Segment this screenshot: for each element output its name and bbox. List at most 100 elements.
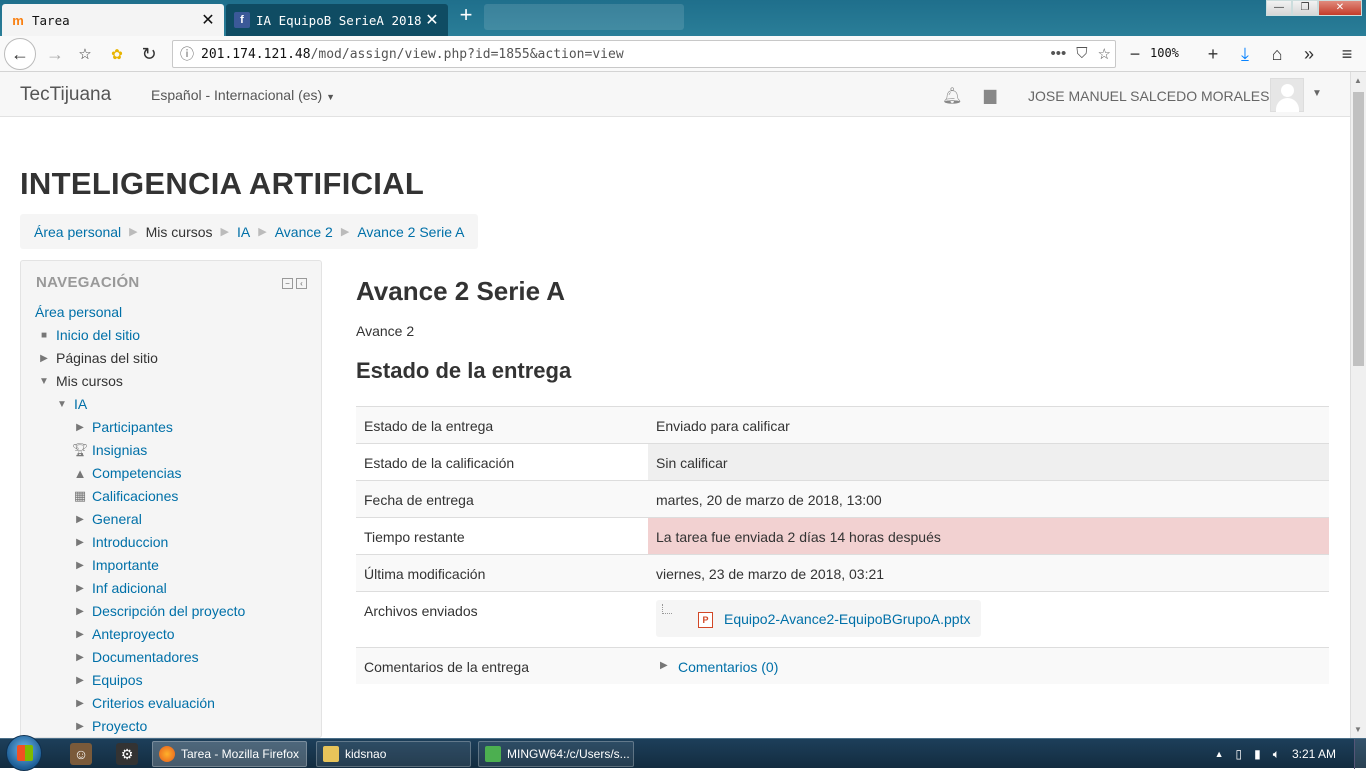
tab-title: Tarea (32, 12, 70, 28)
back-button[interactable]: ← (4, 38, 36, 70)
page-scrollbar[interactable]: ▲ ▼ (1350, 72, 1366, 738)
nav-item-label: Área personal (35, 304, 123, 320)
scrollbar-thumb[interactable] (1353, 92, 1364, 366)
dock-block-icon[interactable]: ‹ (296, 278, 307, 289)
volume-icon[interactable]: 🔈︎ (1273, 747, 1280, 762)
submission-status-heading: Estado de la entrega (356, 358, 572, 383)
scroll-up-icon[interactable]: ▲ (1354, 76, 1362, 85)
breadcrumb-item[interactable]: Avance 2 (275, 224, 333, 240)
url-bar[interactable]: ⓘ 201.174.121.48/mod/assign/view.php?id=… (172, 40, 1116, 68)
device-icon[interactable]: ▯ (1236, 747, 1243, 761)
row-value: Enviado para calificar (656, 418, 790, 434)
tray-expand-icon[interactable]: ▲ (1215, 749, 1224, 759)
submitted-file-link[interactable]: Equipo2-Avance2-EquipoBGrupoA.pptx (724, 611, 970, 627)
navigation-title: NAVEGACIÓN (36, 274, 140, 291)
pinned-app-icon[interactable]: ☺ (70, 743, 92, 765)
nav-item-importante[interactable]: ▶ Importante (71, 557, 159, 573)
nav-item-mis-cursos[interactable]: ▼ Mis cursos (35, 373, 123, 389)
close-tab-icon[interactable]: ✕ (424, 10, 440, 30)
taskbar-task[interactable]: kidsnao (316, 741, 471, 767)
taskbar-task[interactable]: MINGW64:/c/Users/s... (478, 741, 634, 767)
forward-button[interactable]: → (42, 41, 68, 67)
nav-item-ia[interactable]: ▼ IA (53, 396, 87, 412)
bookmark-star-icon[interactable]: ☆ (1098, 45, 1111, 63)
site-brand[interactable]: TecTijuana (20, 84, 111, 106)
maximize-button[interactable]: ❐ (1292, 0, 1318, 16)
collapse-icon: ▼ (57, 398, 67, 410)
nav-item-descripcion-del-proyecto[interactable]: ▶ Descripción del proyecto (71, 603, 245, 619)
avatar[interactable] (1270, 78, 1304, 112)
tab-tarea[interactable]: m Tarea ✕ (2, 4, 224, 36)
nav-item-documentadores[interactable]: ▶ Documentadores (71, 649, 198, 665)
breadcrumb-separator-icon: ▶ (340, 226, 350, 238)
close-window-button[interactable]: ✕ (1318, 0, 1362, 16)
nav-item-insignias[interactable]: 🏆︎ Insignias (71, 442, 148, 458)
show-desktop-button[interactable] (1354, 739, 1366, 769)
clock[interactable]: 3:21 AM (1292, 747, 1336, 761)
zoom-out-button[interactable]: − (1122, 41, 1148, 67)
file-tree: P Equipo2-Avance2-EquipoBGrupoA.pptx (656, 600, 981, 637)
reload-button[interactable]: ↻ (136, 41, 162, 67)
zoom-in-button[interactable]: + (1200, 41, 1226, 67)
nav-item-paginas-del-sitio[interactable]: ▶ Páginas del sitio (35, 350, 158, 366)
breadcrumb-item[interactable]: Avance 2 Serie A (357, 224, 464, 240)
taskbar-task[interactable]: Tarea - Mozilla Firefox (152, 741, 307, 767)
hamburger-menu-icon[interactable]: ≡ (1334, 41, 1360, 67)
nav-item-criterios-evaluacion[interactable]: ▶ Criterios evaluación (71, 695, 215, 711)
tab-facebook[interactable]: f IA EquipoB SerieA 2018 ✕ (226, 4, 448, 36)
nav-item-label: IA (74, 396, 88, 412)
start-button[interactable] (6, 735, 42, 771)
nav-item-equipos[interactable]: ▶ Equipos (71, 672, 143, 688)
zoom-level[interactable]: 100% (1150, 46, 1179, 60)
folder-icon (323, 746, 339, 762)
nav-item-participantes[interactable]: ▶ Participantes (71, 419, 173, 435)
breadcrumb-item[interactable]: IA (237, 224, 250, 240)
language-menu[interactable]: Español - Internacional (es) ▼ (151, 87, 335, 103)
notifications-icon[interactable]: 🔔︎ (942, 86, 962, 106)
nav-item-label: Equipos (92, 672, 143, 688)
nav-item-general[interactable]: ▶ General (71, 511, 142, 527)
home-icon[interactable]: ⌂ (1264, 41, 1290, 67)
expand-icon[interactable]: ▶ (660, 660, 668, 671)
nav-item-introduccion[interactable]: ▶ Introduccion (71, 534, 168, 550)
pinned-app-icon[interactable]: ⚙ (116, 743, 138, 765)
nav-item-proyecto[interactable]: ▶ Proyecto (71, 718, 147, 734)
extension-icon[interactable]: ✿ (104, 41, 130, 67)
page-actions-icon[interactable]: ••• (1051, 45, 1067, 63)
breadcrumb-item[interactable]: Área personal (34, 224, 121, 240)
nav-item-competencias[interactable]: ▲ Competencias (71, 465, 182, 481)
table-row: Tiempo restante La tarea fue enviada 2 d… (356, 518, 1329, 555)
new-tab-button[interactable]: + (454, 4, 478, 28)
pocket-save-icon[interactable]: ⛉ (1076, 45, 1087, 63)
comments-link[interactable]: Comentarios (0) (678, 659, 778, 675)
nav-item-inicio-del-sitio[interactable]: ■ Inicio del sitio (35, 327, 140, 343)
url-host: 201.174.121.48 (201, 46, 311, 62)
messages-icon[interactable]: ▆ (984, 85, 996, 105)
row-value: La tarea fue enviada 2 días 14 horas des… (648, 518, 1329, 554)
nav-item-label: Introduccion (92, 534, 169, 550)
nav-item-calificaciones[interactable]: ▦ Calificaciones (71, 488, 179, 504)
browser-toolbar: ← → ☆ ✿ ↻ ⓘ 201.174.121.48/mod/assign/vi… (0, 36, 1366, 72)
minimize-button[interactable]: — (1266, 0, 1292, 16)
download-icon[interactable]: ⤓ (1232, 41, 1258, 67)
chevron-down-icon[interactable]: ▼ (1312, 88, 1322, 99)
nav-item-area-personal[interactable]: Área personal (35, 304, 122, 320)
expand-icon: ▶ (76, 720, 84, 732)
user-name[interactable]: JOSE MANUEL SALCEDO MORALES (1028, 88, 1269, 104)
nav-item-anteproyecto[interactable]: ▶ Anteproyecto (71, 626, 174, 642)
close-tab-icon[interactable]: ✕ (200, 10, 216, 30)
assignment-intro: Avance 2 (356, 323, 415, 339)
site-info-icon[interactable]: ⓘ (173, 44, 201, 64)
collapse-block-icon[interactable]: − (282, 278, 293, 289)
nav-item-inf-adicional[interactable]: ▶ Inf adicional (71, 580, 167, 596)
network-icon[interactable]: ▮ (1254, 747, 1261, 761)
submission-status-table: Estado de la entrega Enviado para califi… (356, 406, 1329, 684)
overflow-menu-icon[interactable]: » (1296, 41, 1322, 67)
row-label: Archivos enviados (364, 603, 478, 619)
pocket-icon[interactable]: ☆ (72, 41, 98, 67)
nav-item-label: Descripción del proyecto (92, 603, 246, 619)
scroll-down-icon[interactable]: ▼ (1354, 725, 1362, 734)
table-row: Fecha de entrega martes, 20 de marzo de … (356, 481, 1329, 518)
expand-icon: ▶ (76, 651, 84, 663)
tree-line-icon (662, 604, 672, 614)
